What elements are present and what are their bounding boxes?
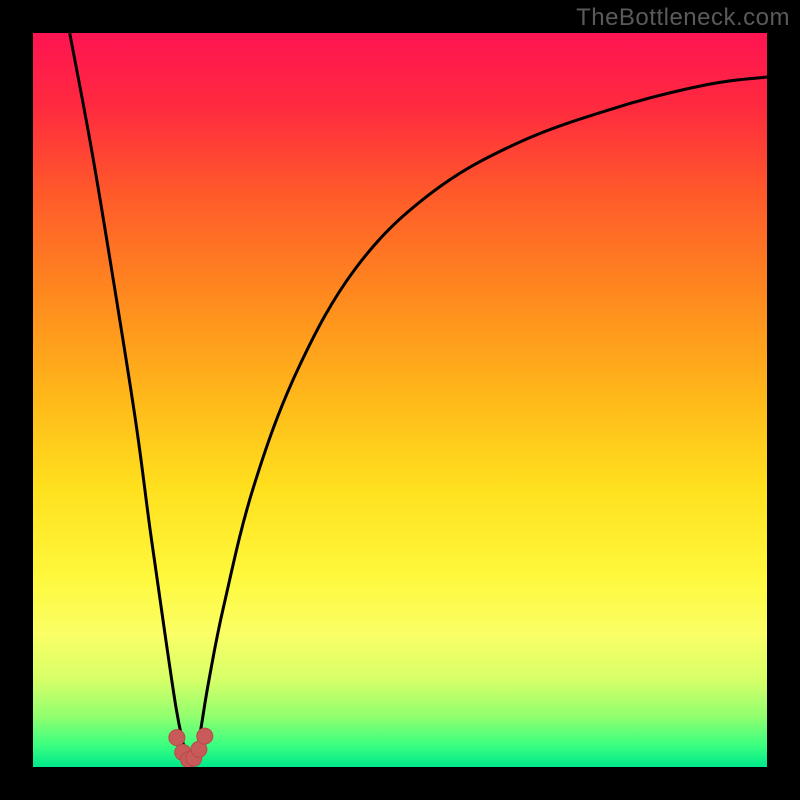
trough-marker	[169, 730, 185, 746]
watermark-text: TheBottleneck.com	[576, 4, 790, 32]
trough-marker	[197, 728, 213, 744]
chart-frame: TheBottleneck.com	[0, 0, 800, 800]
bottleneck-chart	[33, 33, 767, 767]
gradient-background	[33, 33, 767, 767]
